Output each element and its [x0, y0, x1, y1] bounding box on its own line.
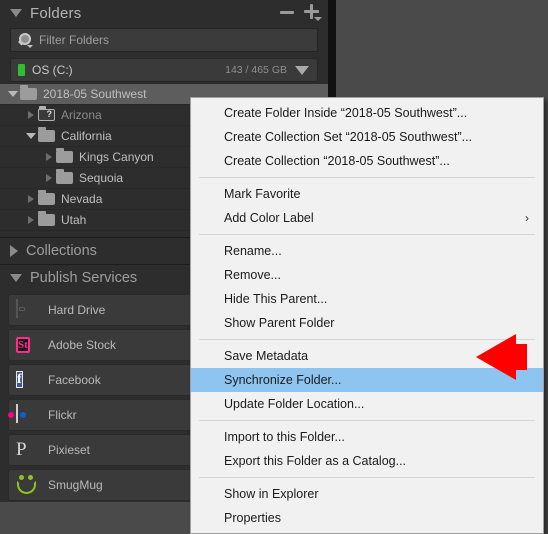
folders-header-actions — [280, 4, 322, 21]
publish-service-label: Hard Drive — [48, 303, 106, 317]
folder-icon — [38, 190, 55, 205]
folder-name: Arizona — [61, 108, 102, 122]
publish-service-label: Adobe Stock — [48, 338, 117, 352]
disclosure-right-icon[interactable] — [24, 111, 38, 119]
search-icon — [17, 32, 33, 48]
context-menu-item-label: Hide This Parent... — [224, 292, 328, 306]
plus-icon[interactable] — [304, 4, 322, 21]
context-menu-item[interactable]: Properties — [191, 506, 543, 530]
folder-name: California — [61, 129, 112, 143]
minus-icon[interactable] — [280, 10, 294, 14]
red-arrow-pointer-icon — [476, 334, 527, 380]
folder-context-menu: Create Folder Inside “2018-05 Southwest”… — [190, 97, 544, 534]
folder-missing-icon: ? — [38, 106, 55, 121]
pixieset-icon: P — [16, 439, 27, 460]
collections-panel-title: Collections — [26, 243, 97, 259]
volume-status-led-icon — [18, 64, 25, 76]
disclosure-right-icon[interactable] — [42, 174, 56, 182]
context-menu-item-label: Synchronize Folder... — [224, 373, 342, 387]
folder-icon — [38, 211, 55, 226]
submenu-chevron-right-icon: › — [525, 211, 529, 225]
context-menu-item[interactable]: Import to this Folder... — [191, 425, 543, 449]
adobe-stock-icon: St — [16, 337, 30, 353]
context-menu-item-label: Properties — [224, 511, 281, 525]
chevron-down-icon[interactable] — [295, 65, 309, 75]
folder-icon — [56, 169, 73, 184]
context-menu-item-label: Create Folder Inside “2018-05 Southwest”… — [224, 106, 468, 120]
context-menu-item[interactable]: Create Folder Inside “2018-05 Southwest”… — [191, 101, 543, 125]
folder-name: Kings Canyon — [79, 150, 154, 164]
context-menu-item-label: Show in Explorer — [224, 487, 319, 501]
folder-name: Nevada — [61, 192, 103, 206]
menu-separator — [199, 420, 535, 421]
filter-folders-placeholder: Filter Folders — [39, 33, 110, 47]
flickr-icon — [8, 404, 40, 425]
folders-panel-header[interactable]: Folders — [0, 0, 328, 26]
context-menu-item[interactable]: Create Collection Set “2018-05 Southwest… — [191, 125, 543, 149]
disclosure-down-icon[interactable] — [6, 91, 20, 97]
context-menu-item[interactable]: Rename... — [191, 239, 543, 263]
menu-separator — [199, 234, 535, 235]
context-menu-item-label: Add Color Label — [224, 211, 314, 225]
context-menu-item-label: Rename... — [224, 244, 282, 258]
context-menu-item[interactable]: Update Folder Location... — [191, 392, 543, 416]
publish-services-disclosure-triangle-icon[interactable] — [10, 274, 22, 282]
disclosure-right-icon[interactable] — [24, 195, 38, 203]
menu-separator — [199, 177, 535, 178]
arrow-shape — [476, 334, 527, 380]
disclosure-right-icon[interactable] — [42, 153, 56, 161]
publish-service-label: Facebook — [48, 373, 101, 387]
context-menu-item-label: Export this Folder as a Catalog... — [224, 454, 407, 468]
context-menu-item[interactable]: Create Collection “2018-05 Southwest”... — [191, 149, 543, 173]
folders-panel-title: Folders — [30, 4, 82, 22]
menu-separator — [199, 477, 535, 478]
disclosure-down-icon[interactable] — [24, 133, 38, 139]
publish-service-label: SmugMug — [48, 478, 103, 492]
publish-service-label: Pixieset — [48, 443, 91, 457]
volume-name: OS (C:) — [32, 63, 73, 77]
smugmug-icon — [16, 475, 40, 495]
context-menu-item[interactable]: Remove... — [191, 263, 543, 287]
folder-name: Sequoia — [79, 171, 124, 185]
volume-free-space: 143 / 465 GB — [225, 64, 287, 76]
folder-icon — [38, 127, 55, 142]
context-menu-item[interactable]: Add Color Label › — [191, 206, 543, 230]
folder-name: Utah — [61, 213, 87, 227]
facebook-icon: f — [16, 371, 23, 388]
volume-row-os-c[interactable]: OS (C:) 143 / 465 GB — [10, 58, 318, 82]
hard-drive-icon — [16, 299, 40, 320]
folder-name: 2018-05 Southwest — [43, 87, 147, 101]
context-menu-item-label: Create Collection “2018-05 Southwest”... — [224, 154, 450, 168]
collections-disclosure-triangle-icon[interactable] — [10, 245, 18, 257]
publish-services-panel-title: Publish Services — [30, 270, 138, 286]
filter-folders-input[interactable]: Filter Folders — [10, 28, 318, 52]
publish-service-label: Flickr — [48, 408, 77, 422]
context-menu-item-label: Save Metadata — [224, 349, 309, 363]
context-menu-item-label: Show Parent Folder — [224, 316, 335, 330]
context-menu-item-label: Create Collection Set “2018-05 Southwest… — [224, 130, 473, 144]
context-menu-item[interactable]: Mark Favorite — [191, 182, 543, 206]
context-menu-item-label: Mark Favorite — [224, 187, 301, 201]
folder-icon — [56, 148, 73, 163]
disclosure-right-icon[interactable] — [24, 216, 38, 224]
folder-icon — [20, 85, 37, 100]
context-menu-item-label: Update Folder Location... — [224, 397, 365, 411]
context-menu-item[interactable]: Export this Folder as a Catalog... — [191, 449, 543, 473]
context-menu-item-label: Remove... — [224, 268, 281, 282]
context-menu-item[interactable]: Show in Explorer — [191, 482, 543, 506]
folders-disclosure-triangle-icon[interactable] — [10, 9, 22, 17]
context-menu-item[interactable]: Hide This Parent... — [191, 287, 543, 311]
context-menu-item-label: Import to this Folder... — [224, 430, 345, 444]
